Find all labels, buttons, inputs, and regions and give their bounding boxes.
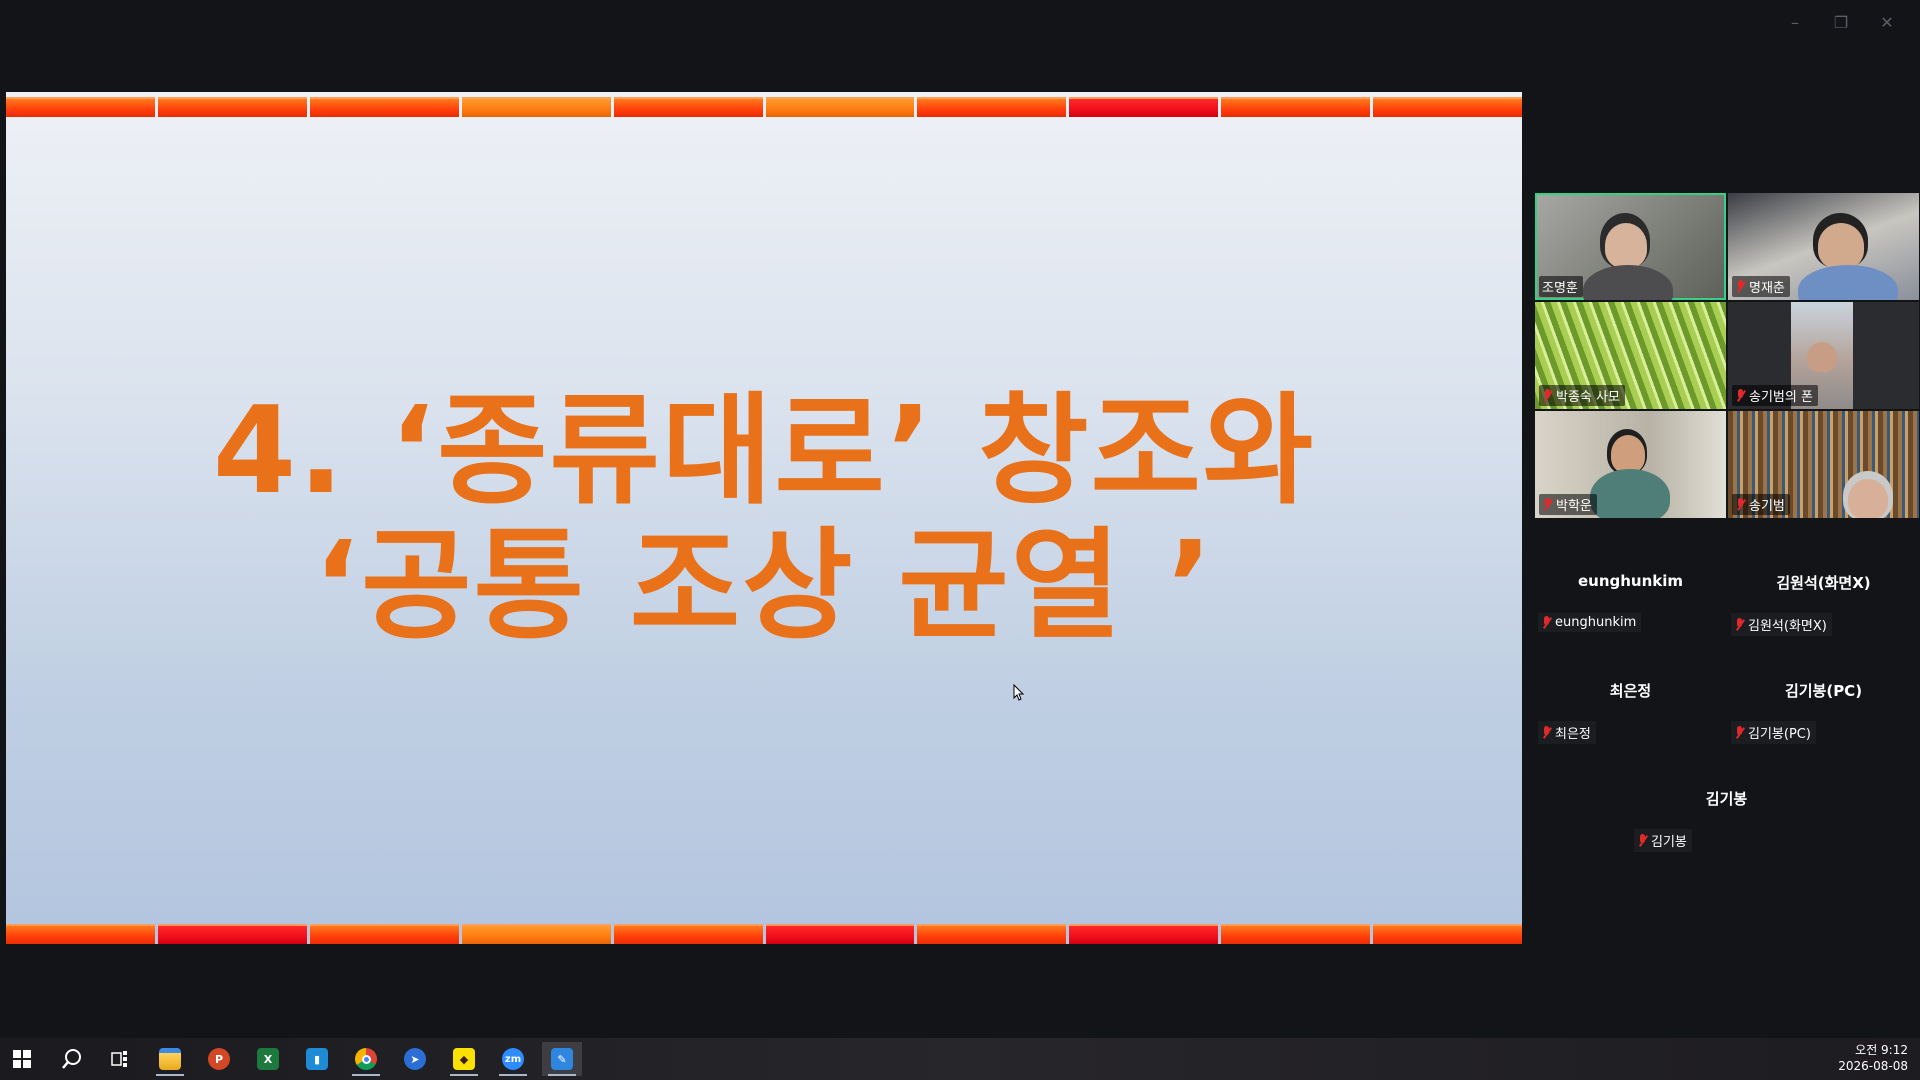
participant-video-tile[interactable]: 송기범의 폰 <box>1728 302 1919 409</box>
participant-video-tile[interactable]: 박종숙 사모 <box>1535 302 1726 409</box>
participant-display-name: 김원석(화면X) <box>1776 574 1871 592</box>
restore-icon[interactable]: ❐ <box>1818 8 1864 36</box>
mouse-cursor-icon <box>1013 684 1025 701</box>
powerpoint-button[interactable]: P <box>199 1042 239 1076</box>
mic-muted-icon <box>1542 389 1553 402</box>
windows-logo-icon <box>13 1050 31 1068</box>
slide-title-line-2: ‘공통 조상 균열 ’ <box>313 517 1215 656</box>
minimize-icon[interactable]: – <box>1772 8 1818 36</box>
video-grid: 조명훈 명재춘 박종숙 사모 송기범의 폰 박학운 송기범 <box>1535 193 1920 518</box>
participant-video-tile[interactable]: 박학운 <box>1535 411 1726 518</box>
participant-name: 김기봉 <box>1634 829 1692 852</box>
participant-name: 박종숙 사모 <box>1539 385 1625 406</box>
mic-muted-icon <box>1734 726 1745 739</box>
file-explorer-button[interactable] <box>150 1042 190 1076</box>
mic-muted-icon <box>1542 498 1553 511</box>
folder-icon <box>159 1048 181 1070</box>
pin-app-button[interactable]: ➤ <box>395 1042 435 1076</box>
close-icon[interactable]: ✕ <box>1864 8 1910 36</box>
zoom-button[interactable]: zm <box>493 1042 533 1076</box>
excel-button[interactable]: X <box>248 1042 288 1076</box>
mic-muted-icon <box>1541 726 1552 739</box>
search-button[interactable] <box>52 1042 92 1076</box>
chrome-button[interactable] <box>346 1042 386 1076</box>
powerpoint-icon: P <box>208 1048 230 1070</box>
mic-muted-icon <box>1735 498 1746 511</box>
participant-audio-tile[interactable]: 김기봉 김기봉 <box>1631 773 1822 879</box>
app-button[interactable]: ▮ <box>297 1042 337 1076</box>
participant-name: 송기범 <box>1732 494 1790 515</box>
search-icon <box>62 1049 81 1069</box>
mic-muted-icon <box>1734 618 1745 631</box>
participant-name: 박학운 <box>1539 494 1597 515</box>
start-button[interactable] <box>2 1042 42 1076</box>
clock-date: 2026-08-08 <box>1838 1059 1908 1073</box>
slide-title-line-1: 4. ‘종류대로’ 창조와 <box>212 382 1316 521</box>
pin-arrow-icon: ➤ <box>404 1048 426 1070</box>
shared-screen-slide: 4. ‘종류대로’ 창조와 ‘공통 조상 균열 ’ <box>6 92 1522 944</box>
participant-name: 김기봉(PC) <box>1731 721 1816 744</box>
participant-display-name: eunghunkim <box>1577 572 1684 590</box>
participant-video-tile[interactable]: 명재춘 <box>1728 193 1919 300</box>
windows-taskbar: P X ▮ ➤ ◆ zm ✎ 오전 9:12 2026-08-08 <box>0 1038 1920 1080</box>
mic-muted-icon <box>1735 389 1746 402</box>
window-controls: – ❐ ✕ <box>1772 8 1910 36</box>
participant-name: 송기범의 폰 <box>1732 385 1818 406</box>
zoom-meeting-window: – ❐ ✕ 4. ‘종류대로’ 창조와 ‘공통 조상 균열 ’ 조명훈 명재춘 … <box>0 0 1920 1080</box>
participant-name: 김원석(화면X) <box>1731 613 1832 636</box>
participant-video-tile[interactable]: 조명훈 <box>1535 193 1726 300</box>
participant-audio-tile[interactable]: eunghunkim eunghunkim <box>1535 557 1726 663</box>
app-icon: ▮ <box>306 1048 328 1070</box>
participant-audio-tile[interactable]: 김원석(화면X) 김원석(화면X) <box>1728 557 1919 663</box>
kakaotalk-button[interactable]: ◆ <box>444 1042 484 1076</box>
pen-icon: ✎ <box>551 1048 573 1070</box>
slide-bottom-stripe <box>6 924 1522 944</box>
mic-muted-icon <box>1735 280 1746 293</box>
taskbar-clock[interactable]: 오전 9:12 2026-08-08 <box>1838 1042 1908 1074</box>
task-view-button[interactable] <box>100 1042 140 1076</box>
participant-name: 조명훈 <box>1539 276 1583 297</box>
participant-name: 명재춘 <box>1732 276 1790 297</box>
zoom-icon: zm <box>502 1048 524 1070</box>
excel-icon: X <box>257 1048 279 1070</box>
participant-audio-tile[interactable]: 김기봉(PC) 김기봉(PC) <box>1728 665 1919 771</box>
clock-time: 오전 9:12 <box>1855 1043 1908 1057</box>
mic-muted-icon <box>1637 834 1648 847</box>
participant-audio-tile[interactable]: 최은정 최은정 <box>1535 665 1726 771</box>
chrome-icon <box>355 1048 377 1070</box>
participant-display-name: 김기봉 <box>1705 790 1748 808</box>
participants-gallery: 조명훈 명재춘 박종숙 사모 송기범의 폰 박학운 송기범 eunghunkim… <box>1535 193 1920 893</box>
participant-name: 최은정 <box>1538 721 1596 744</box>
kakaotalk-icon: ◆ <box>453 1048 475 1070</box>
slide-top-stripe <box>6 97 1522 117</box>
task-view-icon <box>111 1051 127 1067</box>
participant-display-name: 김기봉(PC) <box>1784 682 1863 700</box>
mic-muted-icon <box>1541 616 1552 629</box>
participant-display-name: 최은정 <box>1609 682 1652 700</box>
whiteboard-button[interactable]: ✎ <box>542 1042 582 1076</box>
participant-video-tile[interactable]: 송기범 <box>1728 411 1919 518</box>
participant-name: eunghunkim <box>1538 613 1642 632</box>
